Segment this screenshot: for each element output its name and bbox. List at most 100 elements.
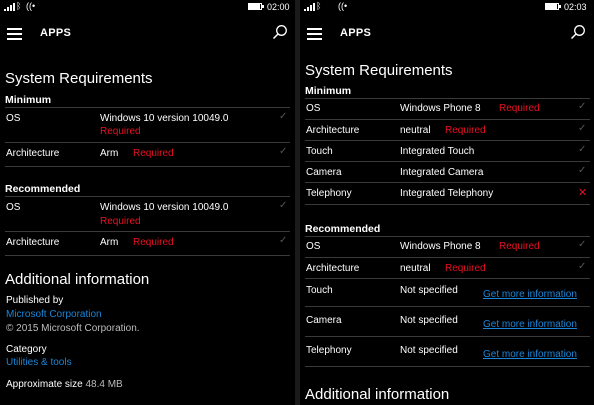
check-icon: ✓ (578, 165, 587, 176)
category-label: Category (6, 344, 47, 355)
req-name: Touch (306, 285, 333, 296)
required-label: Required (499, 103, 540, 114)
check-icon: ✓ (279, 235, 288, 246)
recommended-heading: Recommended (5, 183, 81, 195)
divider (5, 142, 290, 143)
size-value: 48.4 MB (85, 379, 123, 390)
required-label: Required (100, 216, 141, 227)
req-name: Architecture (6, 148, 60, 159)
app-bar-title: APPS (40, 27, 72, 39)
required-label: Required (133, 148, 174, 159)
app-bar: APPS (0, 14, 295, 48)
req-value: Windows 10 version 10049.0 (100, 113, 229, 124)
copyright-text: © 2015 Microsoft Corporation. (6, 323, 140, 334)
req-value: Not specified (400, 285, 458, 296)
cross-icon: ✕ (578, 187, 588, 199)
category-link[interactable]: Utilities & tools (6, 357, 72, 369)
req-value: Integrated Touch (400, 146, 475, 157)
system-requirements-heading: System Requirements (5, 70, 153, 87)
signal-icon (304, 2, 315, 11)
battery-icon (545, 3, 561, 10)
required-label: Required (445, 125, 486, 136)
req-name: Architecture (306, 125, 360, 136)
divider (305, 161, 590, 162)
check-icon: ✓ (578, 123, 587, 134)
get-more-info-link[interactable]: Get more information (483, 349, 577, 361)
check-icon: ✓ (279, 200, 288, 211)
divider (305, 182, 590, 183)
req-name: Telephony (306, 188, 352, 199)
divider (305, 336, 590, 337)
right-phone-screen: ᛒ ((• 02:03 APPS System Requirements Min… (300, 0, 594, 405)
check-icon: ✓ (578, 144, 587, 155)
check-icon: ✓ (279, 111, 288, 122)
divider (5, 196, 290, 197)
req-name: Camera (306, 315, 342, 326)
left-phone-screen: ᛒ ((• 02:00 APPS System Requirements Min… (0, 0, 295, 405)
required-label: Required (445, 263, 486, 274)
check-icon: ✓ (279, 146, 288, 157)
size-label: Approximate size (6, 379, 83, 390)
signal-icon (4, 2, 15, 11)
divider (305, 257, 590, 258)
divider (5, 107, 290, 108)
req-name: OS (306, 241, 321, 252)
app-bar: APPS (300, 14, 594, 48)
divider (305, 236, 590, 237)
get-more-info-link[interactable]: Get more information (483, 319, 577, 331)
additional-info-heading: Additional information (305, 386, 450, 403)
required-label: Required (499, 241, 540, 252)
status-bar: ᛒ ((• 02:00 (0, 0, 295, 14)
req-value: Windows Phone 8 (400, 103, 481, 114)
divider (5, 231, 290, 232)
req-name: Architecture (306, 263, 360, 274)
status-time: 02:03 (564, 2, 587, 12)
status-time: 02:00 (267, 2, 290, 12)
battery-icon (248, 3, 264, 10)
req-name: OS (6, 113, 21, 124)
req-value: Integrated Camera (400, 167, 484, 178)
status-bar: ᛒ ((• 02:03 (300, 0, 594, 14)
req-name: Telephony (306, 345, 352, 356)
divider (305, 366, 590, 367)
recommended-heading: Recommended (305, 223, 381, 235)
bluetooth-icon: ᛒ (16, 1, 22, 11)
req-value: Windows 10 version 10049.0 (100, 202, 229, 213)
req-name: OS (6, 202, 21, 213)
approximate-size: Approximate size 48.4 MB (6, 379, 123, 391)
minimum-heading: Minimum (5, 94, 52, 106)
publisher-link[interactable]: Microsoft Corporation (6, 309, 102, 321)
required-label: Required (100, 126, 141, 137)
divider (305, 306, 590, 307)
search-icon[interactable] (570, 24, 586, 40)
req-value: Windows Phone 8 (400, 241, 481, 252)
required-label: Required (133, 237, 174, 248)
req-name: Camera (306, 167, 342, 178)
hamburger-menu-icon[interactable] (7, 28, 22, 40)
check-icon: ✓ (578, 101, 587, 112)
req-value: Arm (100, 237, 119, 248)
req-value: Arm (100, 148, 119, 159)
check-icon: ✓ (578, 261, 587, 272)
req-value: Integrated Telephony (400, 188, 494, 199)
divider (305, 140, 590, 141)
wifi-icon: ((• (338, 1, 348, 11)
req-value: Not specified (400, 345, 458, 356)
req-name: OS (306, 103, 321, 114)
additional-info-heading: Additional information (5, 271, 150, 288)
search-icon[interactable] (272, 24, 288, 40)
req-value: neutral (400, 125, 431, 136)
req-value: neutral (400, 263, 431, 274)
divider (305, 204, 590, 205)
get-more-info-link[interactable]: Get more information (483, 289, 577, 301)
wifi-icon: ((• (26, 1, 36, 11)
divider (5, 166, 290, 167)
req-value: Not specified (400, 315, 458, 326)
app-bar-title: APPS (340, 27, 372, 39)
check-icon: ✓ (578, 239, 587, 250)
hamburger-menu-icon[interactable] (307, 28, 322, 40)
divider (5, 255, 290, 256)
divider (305, 119, 590, 120)
bluetooth-icon: ᛒ (316, 1, 322, 11)
divider (305, 98, 590, 99)
